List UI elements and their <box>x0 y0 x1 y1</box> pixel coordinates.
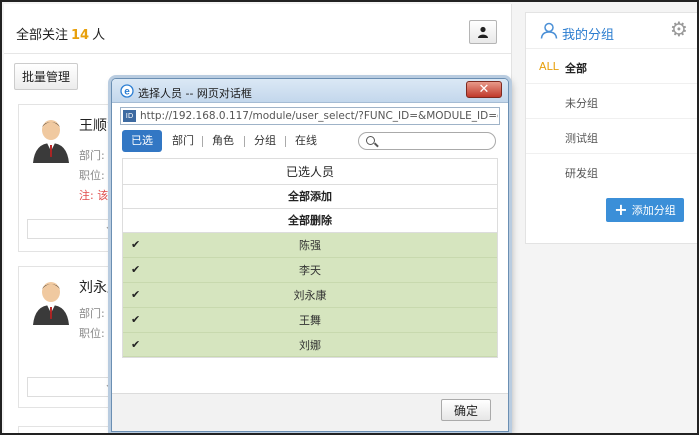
add-all-button[interactable]: 全部添加 <box>123 185 497 209</box>
dialog-title: 选择人员 -- 网页对话框 <box>138 87 252 100</box>
ok-button[interactable]: 确定 <box>441 399 491 421</box>
close-icon[interactable]: ✕ <box>466 81 502 98</box>
group-item-test[interactable]: 测试组 <box>526 119 697 154</box>
add-group-button[interactable]: + 添加分组 <box>606 198 684 222</box>
selected-users-list: 已选人员 全部添加 全部删除 ✔ 陈强 ✔ 李天 ✔ 刘永康 ✔ 王舞 ✔ 刘娜 <box>122 158 498 358</box>
dialog-url: http://192.168.0.117/module/user_select/… <box>140 110 498 122</box>
user-icon <box>478 26 488 38</box>
search-input[interactable] <box>358 132 496 150</box>
groups-title: 我的分组 <box>562 28 615 43</box>
address-bar: ID http://192.168.0.117/module/user_sele… <box>120 107 500 125</box>
dialog-titlebar[interactable]: e 选择人员 -- 网页对话框 ✕ <box>112 79 508 103</box>
selected-user-row[interactable]: ✔ 刘娜 <box>123 333 497 357</box>
follow-prefix: 全部关注 <box>16 28 69 43</box>
select-user-dialog: e 选择人员 -- 网页对话框 ✕ ID http://192.168.0.11… <box>111 78 509 432</box>
tab-selected[interactable]: 已选 <box>122 130 162 152</box>
groups-panel: 我的分组 ⚙ ALL 全部 未分组 测试组 研发组 + 添加分组 <box>525 12 697 244</box>
remove-all-button[interactable]: 全部删除 <box>123 209 497 233</box>
group-label: 研发组 <box>565 167 598 180</box>
avatar-icon <box>33 282 69 325</box>
selected-user-name: 李天 <box>299 264 321 277</box>
group-label: 未分组 <box>565 97 598 110</box>
plus-icon: + <box>614 200 628 219</box>
person-outline-icon <box>540 22 558 39</box>
dialog-tabs: 已选 部门 角色 分组 在线 <box>122 130 498 154</box>
selected-user-row[interactable]: ✔ 王舞 <box>123 308 497 333</box>
follow-count: 14 <box>71 28 90 43</box>
app-frame: 全部关注 14 人 批量管理 王顺江 部门: 申 职位: 部 注: 该用 刘永康… <box>0 0 699 435</box>
user-view-button[interactable] <box>469 20 497 44</box>
add-group-label: 添加分组 <box>631 204 676 217</box>
batch-manage-button[interactable]: 批量管理 <box>14 63 79 90</box>
selected-user-row[interactable]: ✔ 刘永康 <box>123 283 497 308</box>
tab-divider <box>244 136 245 147</box>
group-label: 全部 <box>565 62 587 75</box>
selected-user-name: 刘娜 <box>299 339 321 352</box>
selected-user-name: 刘永康 <box>293 289 327 302</box>
tab-divider <box>285 136 286 147</box>
follow-suffix: 人 <box>92 28 106 43</box>
group-item-all[interactable]: ALL 全部 <box>526 49 697 84</box>
group-item-dev[interactable]: 研发组 <box>526 154 697 189</box>
tab-department[interactable]: 部门 <box>166 130 200 152</box>
group-item-ungrouped[interactable]: 未分组 <box>526 84 697 119</box>
ie-icon: e <box>120 84 134 98</box>
follow-count-title: 全部关注 14 人 <box>16 24 105 43</box>
search-icon <box>366 136 375 145</box>
page-icon: ID <box>123 110 136 122</box>
dialog-footer: 确定 <box>112 393 508 431</box>
groups-header: 我的分组 ⚙ <box>526 13 697 49</box>
tab-divider <box>202 136 203 147</box>
svg-text:e: e <box>124 87 130 98</box>
selected-user-name: 陈强 <box>299 239 321 252</box>
all-tag: ALL <box>539 60 559 73</box>
selected-user-row[interactable]: ✔ 陈强 <box>123 233 497 258</box>
tab-group[interactable]: 分组 <box>248 130 282 152</box>
list-header: 已选人员 <box>123 159 497 185</box>
tab-online[interactable]: 在线 <box>289 130 323 152</box>
avatar-icon <box>33 120 69 163</box>
main-header: 全部关注 14 人 <box>4 4 511 54</box>
selected-user-name: 王舞 <box>299 314 321 327</box>
group-label: 测试组 <box>565 132 598 145</box>
selected-user-row[interactable]: ✔ 李天 <box>123 258 497 283</box>
gear-icon[interactable]: ⚙ <box>670 19 688 39</box>
tab-role[interactable]: 角色 <box>206 130 240 152</box>
